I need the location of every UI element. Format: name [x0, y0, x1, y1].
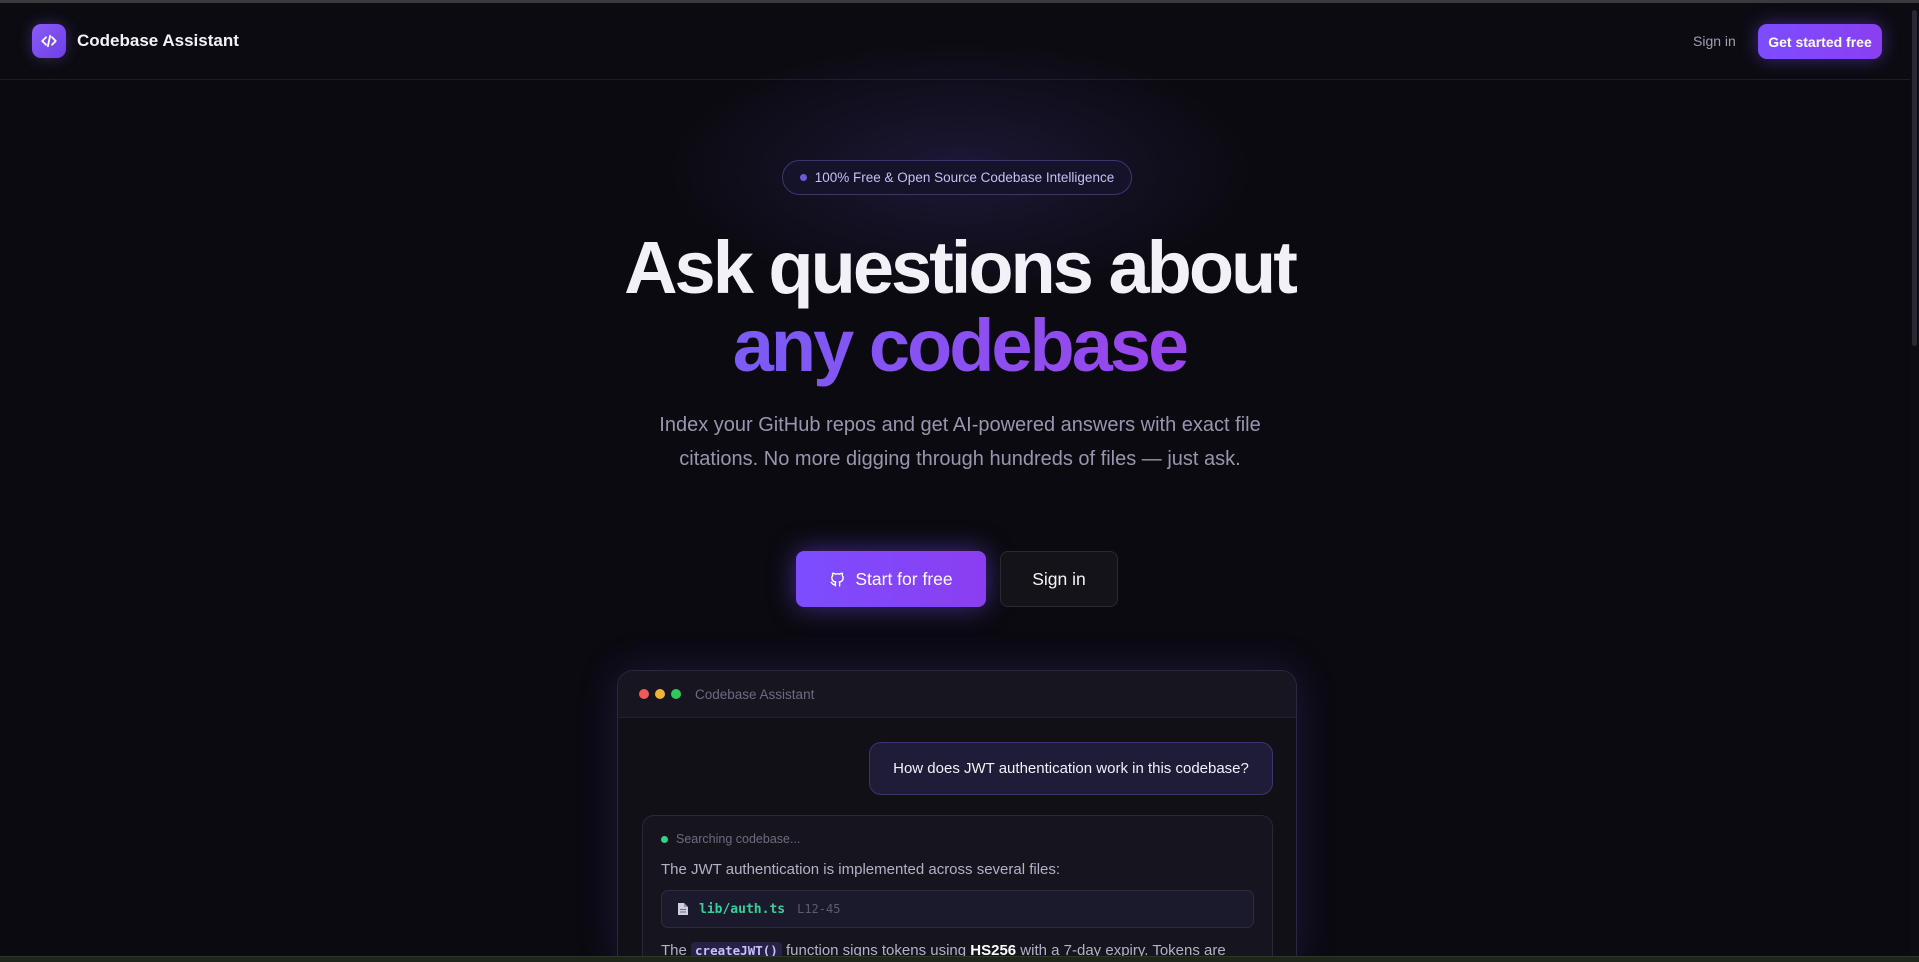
- status-dot-icon: [661, 835, 668, 843]
- hero-sign-in-button[interactable]: Sign in: [1000, 551, 1118, 607]
- hero-title-line-2: any codebase: [732, 304, 1189, 387]
- scrollbar-thumb[interactable]: [1912, 10, 1917, 346]
- assistant-answer-card: Searching codebase... The JWT authentica…: [642, 815, 1273, 962]
- hero-badge: 100% Free & Open Source Codebase Intelli…: [782, 160, 1132, 195]
- start-for-free-label: Start for free: [855, 568, 953, 589]
- brand-name: Codebase Assistant: [77, 31, 239, 50]
- badge-label: 100% Free & Open Source Codebase Intelli…: [814, 170, 1115, 185]
- get-started-button[interactable]: Get started free: [1758, 24, 1882, 59]
- user-message-bubble: How does JWT authentication work in this…: [869, 742, 1273, 795]
- bottom-status-strip: [0, 956, 1919, 962]
- file-citation-lines: L12-45: [797, 902, 841, 916]
- code-icon: [32, 24, 66, 58]
- minimize-dot-icon: [655, 689, 665, 699]
- search-status: Searching codebase...: [661, 832, 1254, 846]
- top-nav: Codebase Assistant Sign in Get started f…: [0, 3, 1919, 80]
- preview-window-title: Codebase Assistant: [695, 686, 815, 702]
- file-icon: [677, 902, 689, 916]
- close-dot-icon: [639, 689, 649, 699]
- hero-subtitle: Index your GitHub repos and get AI-power…: [659, 414, 1261, 470]
- file-citation[interactable]: lib/auth.ts L12-45: [661, 890, 1254, 928]
- chat-preview-window: Codebase Assistant How does JWT authenti…: [617, 670, 1297, 962]
- start-for-free-button[interactable]: Start for free: [796, 551, 986, 607]
- nav-sign-in-link[interactable]: Sign in: [1693, 33, 1736, 49]
- maximize-dot-icon: [671, 689, 681, 699]
- github-icon: [829, 571, 846, 588]
- file-citation-path: lib/auth.ts: [699, 901, 786, 917]
- answer-intro: The JWT authentication is implemented ac…: [661, 861, 1061, 878]
- badge-dot-icon: [799, 174, 807, 181]
- hero-title-line-1: Ask questions about: [624, 226, 1298, 309]
- preview-title-bar: Codebase Assistant: [618, 671, 1296, 718]
- brand[interactable]: Codebase Assistant: [32, 24, 239, 58]
- search-status-label: Searching codebase...: [676, 832, 801, 846]
